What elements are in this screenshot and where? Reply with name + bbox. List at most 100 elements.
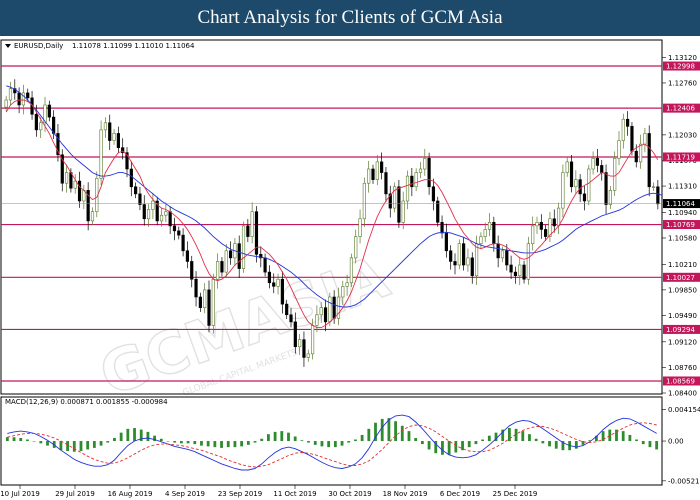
candle-body — [453, 261, 457, 266]
histogram-bar — [59, 441, 63, 451]
histogram-bar — [534, 438, 538, 442]
candle-body — [172, 225, 177, 232]
candle-body — [129, 168, 133, 188]
candle-body — [574, 179, 578, 188]
candle-body — [539, 222, 543, 230]
level-tag-value: 1.12406 — [666, 105, 695, 113]
candle-body — [552, 218, 556, 227]
candle-body — [276, 278, 280, 287]
histogram-bar — [133, 428, 136, 442]
histogram-bar — [407, 431, 411, 442]
histogram-bar — [26, 439, 29, 442]
time-tick-label: 10 Jul 2019 — [0, 490, 40, 498]
histogram-bar — [166, 441, 170, 442]
histogram-bar — [387, 418, 391, 442]
candle-body — [246, 225, 250, 237]
histogram-bar — [333, 441, 337, 448]
candle-body — [116, 133, 120, 148]
histogram-bar — [380, 418, 384, 442]
price-tick-label: 1.11310 — [668, 183, 697, 191]
candle-body — [380, 161, 384, 173]
histogram-bar — [146, 431, 150, 442]
candle-body — [604, 172, 608, 205]
candle-body — [513, 271, 518, 276]
candle-body — [496, 243, 500, 259]
candle-body — [582, 193, 587, 202]
histogram-bar — [320, 441, 324, 447]
candle-body — [500, 250, 505, 259]
header-banner: Chart Analysis for Clients of GCM Asia — [0, 0, 700, 36]
histogram-bar — [360, 434, 364, 442]
candle-body — [535, 222, 539, 227]
candle-body — [418, 168, 423, 173]
histogram-bar — [300, 440, 304, 442]
histogram-bar — [414, 437, 418, 442]
candle-body — [526, 243, 530, 280]
candle-body — [34, 113, 38, 131]
candle-body — [181, 234, 185, 252]
candle-body — [617, 140, 621, 159]
price-tick-label: 1.09120 — [668, 338, 697, 346]
histogram-bar — [32, 441, 36, 442]
time-tick-label: 30 Oct 2019 — [328, 490, 371, 498]
histogram-bar — [39, 441, 43, 444]
candle-body — [440, 222, 444, 234]
candle-body — [375, 161, 379, 180]
candle-body — [108, 122, 112, 141]
candle-body — [263, 257, 267, 273]
candle-body — [349, 257, 354, 284]
histogram-bar — [119, 432, 123, 442]
histogram-bar — [206, 441, 210, 447]
candle-body — [345, 282, 349, 287]
level-tag-value: 1.12998 — [666, 63, 695, 71]
histogram-bar — [19, 437, 23, 442]
histogram-bar — [487, 435, 491, 442]
price-tick-label: 1.09490 — [668, 312, 697, 320]
candle-body — [505, 250, 509, 266]
level-tag-value: 1.11719 — [666, 153, 695, 161]
histogram-bar — [46, 441, 49, 446]
candle-body — [177, 230, 181, 236]
candle-body — [151, 200, 155, 210]
candle-body — [164, 211, 168, 216]
candle-body — [444, 232, 448, 252]
time-tick-label: 4 Sep 2019 — [165, 490, 205, 498]
histogram-bar — [113, 437, 116, 442]
candle-body — [449, 250, 453, 262]
price-tick-label: 1.08760 — [668, 364, 697, 372]
candle-body — [384, 172, 388, 195]
candle-body — [479, 236, 483, 244]
candle-body — [600, 165, 604, 173]
candle-body — [103, 122, 108, 131]
candle-body — [556, 207, 561, 227]
candle-body — [621, 118, 625, 141]
price-tick-label: 1.10940 — [668, 209, 697, 217]
candle-body — [47, 104, 51, 118]
candle-body — [315, 314, 319, 326]
candle-body — [224, 250, 228, 273]
histogram-bar — [474, 441, 478, 445]
time-tick-label: 16 Aug 2019 — [108, 490, 153, 498]
histogram-bar — [307, 441, 310, 443]
candle-body — [466, 257, 470, 266]
candle-body — [99, 129, 103, 179]
last-price-value: 1.11064 — [666, 200, 695, 208]
candle-body — [302, 339, 306, 358]
time-tick-label: 11 Oct 2019 — [273, 490, 316, 498]
candle-body — [522, 264, 526, 280]
candle-body — [414, 172, 418, 188]
histogram-bar — [246, 441, 250, 445]
candle-body — [656, 186, 660, 205]
candle-body — [319, 307, 323, 316]
candle-body — [8, 88, 13, 101]
candle-body — [647, 133, 651, 188]
candle-body — [306, 353, 310, 358]
candle-body — [578, 179, 582, 195]
candle-body — [185, 250, 190, 262]
histogram-bar — [554, 441, 558, 449]
candle-body — [194, 278, 198, 298]
histogram-bar — [340, 441, 344, 446]
histogram-bar — [193, 441, 197, 445]
price-tick-label: 1.12030 — [668, 131, 697, 139]
histogram-bar — [273, 431, 277, 442]
